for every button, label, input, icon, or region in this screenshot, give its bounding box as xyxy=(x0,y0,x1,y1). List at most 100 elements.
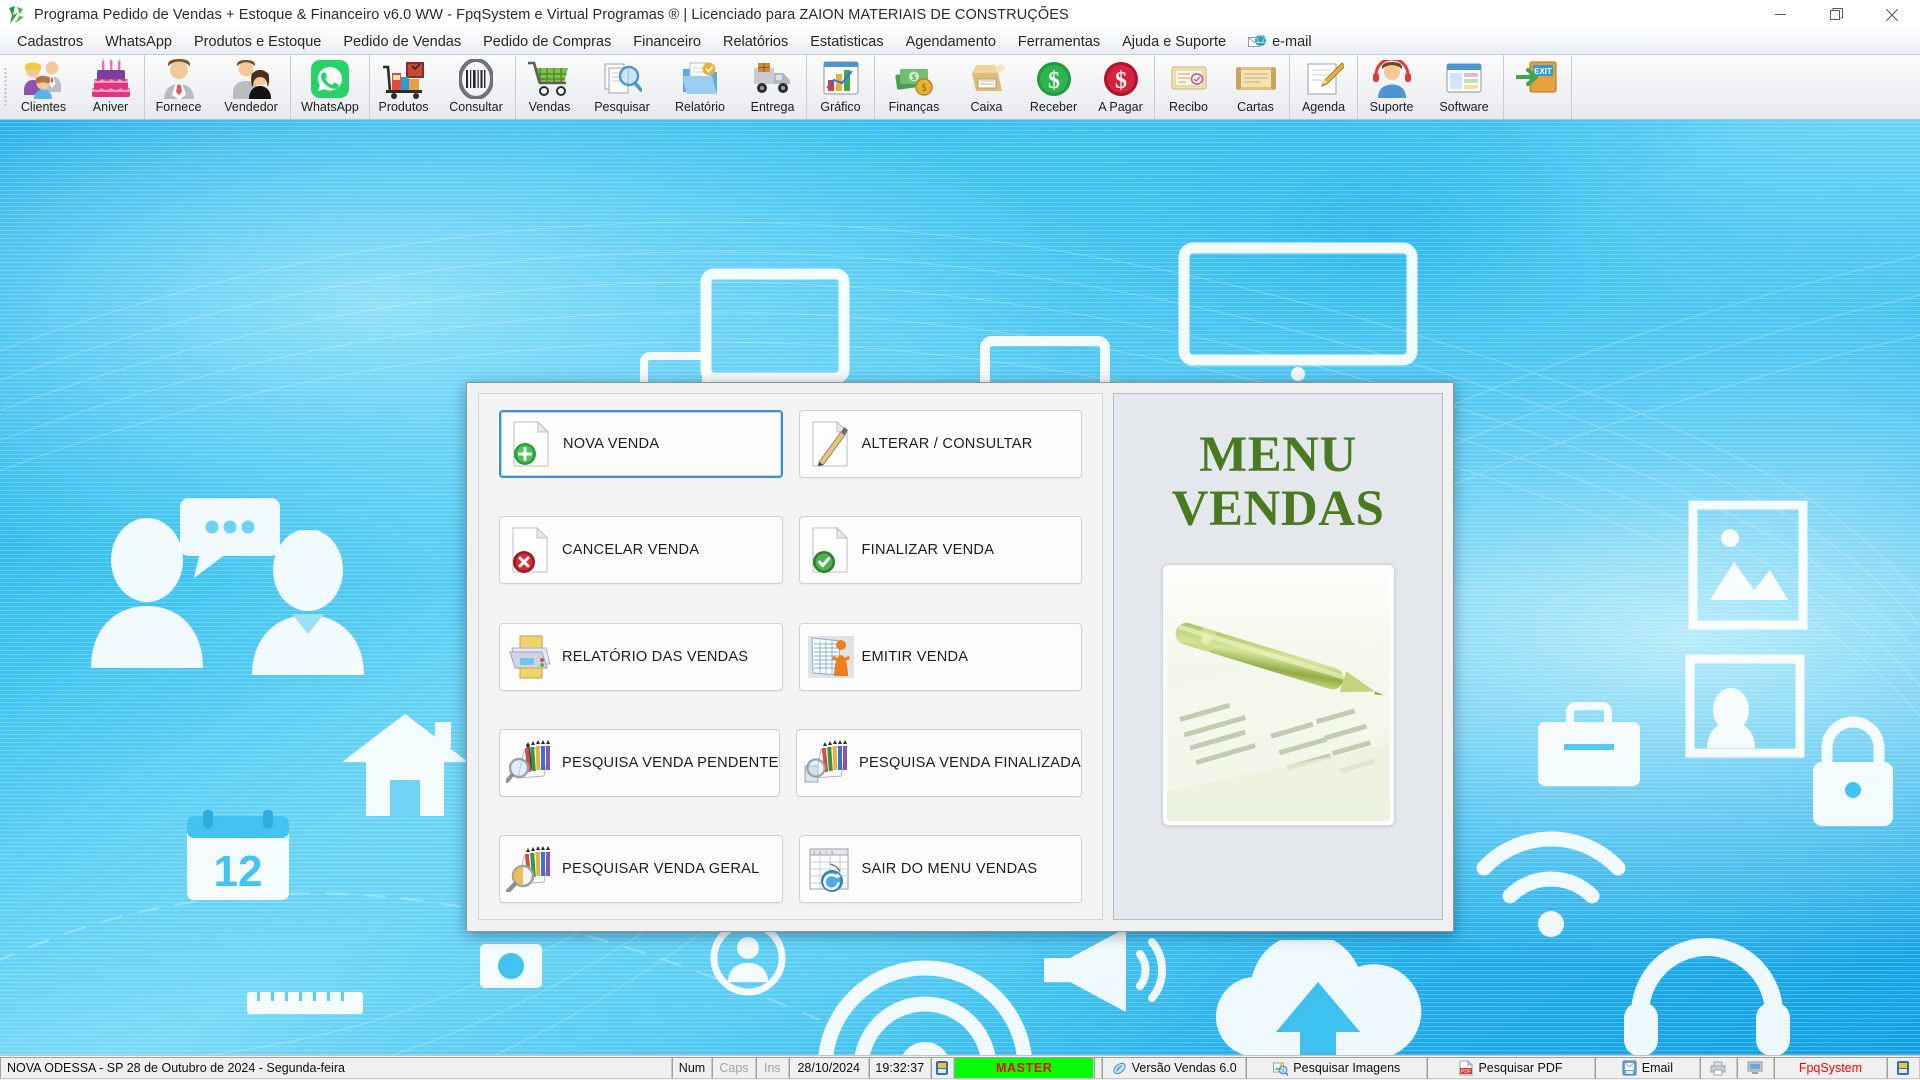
menu-item-pedido-de-compras[interactable]: Pedido de Compras xyxy=(472,31,622,53)
button-cancelar-venda[interactable]: CANCELAR VENDA xyxy=(499,516,783,585)
toolbar-button-grafico[interactable]: Gráfico xyxy=(807,55,874,119)
pay-dollar-red-icon: $ xyxy=(1102,58,1140,99)
toolbar-button-whatsapp[interactable]: WhatsApp xyxy=(291,55,369,119)
menu-item-relatorios[interactable]: Relatórios xyxy=(712,31,799,53)
status-email[interactable]: Email xyxy=(1594,1057,1701,1079)
receipt-icon xyxy=(1169,58,1209,99)
menu-title-panel: MENU VENDAS xyxy=(1113,393,1443,920)
toolbar-button-vendedor[interactable]: Vendedor xyxy=(212,55,290,119)
button-sair-do-menu-vendas[interactable]: 3579 SAIR DO MENU VENDAS xyxy=(798,835,1082,903)
menu-item-produtos-e-estoque[interactable]: Produtos e Estoque xyxy=(183,31,332,53)
menu-item-estatisticas[interactable]: Estatisticas xyxy=(799,31,894,53)
status-ins: Ins xyxy=(756,1057,789,1079)
toolbar-label: Vendas xyxy=(528,100,571,114)
status-fpqsystem[interactable]: FpqSystem xyxy=(1773,1057,1887,1079)
barcode-icon xyxy=(459,58,493,99)
status-version[interactable]: Versão Vendas 6.0 xyxy=(1102,1057,1247,1079)
maximize-button[interactable] xyxy=(1808,0,1864,29)
toolbar-button-produtos[interactable]: Produtos xyxy=(370,55,437,119)
exit-door-icon: EXIT xyxy=(1515,58,1560,99)
button-label: SAIR DO MENU VENDAS xyxy=(861,861,1038,877)
button-label: ALTERAR / CONSULTAR xyxy=(861,436,1033,452)
emit-person-icon xyxy=(800,634,862,680)
menu-label: e-mail xyxy=(1272,33,1312,50)
svg-text:$: $ xyxy=(1048,68,1060,94)
toolbar-button-recibo[interactable]: Recibo xyxy=(1155,55,1222,119)
toolbar-button-suporte[interactable]: Suporte xyxy=(1358,55,1425,119)
toolbar-label: Receber xyxy=(1029,100,1078,114)
toolbar-button-caixa[interactable]: Caixa xyxy=(953,55,1020,119)
toolbar-button-cartas[interactable]: Cartas xyxy=(1222,55,1289,119)
button-finalizar-venda[interactable]: FINALIZAR VENDA xyxy=(798,516,1082,585)
button-pesquisa-venda-pendente[interactable]: PESQUISA VENDA PENDENTE xyxy=(499,728,781,797)
status-key-icon xyxy=(930,1057,955,1079)
toolbar-button-receber[interactable]: $ Receber xyxy=(1020,55,1087,119)
pen-on-document-photo xyxy=(1166,569,1390,822)
search-images-icon xyxy=(1273,1061,1289,1076)
search-general-icon xyxy=(500,846,562,892)
menu-item-financeiro[interactable]: Financeiro xyxy=(622,31,712,53)
button-pesquisa-venda-finalizada[interactable]: PESQUISA VENDA FINALIZADA xyxy=(796,728,1082,797)
toolbar-button-relatorio[interactable]: Relatório xyxy=(661,55,739,119)
toolbar-button-vendas[interactable]: Vendas xyxy=(516,55,583,119)
toolbar-label: WhatsApp xyxy=(301,100,359,114)
toolbar-group-whatsapp: WhatsApp xyxy=(291,55,370,119)
toolbar-button-financas[interactable]: $ $ Finanças xyxy=(875,55,953,119)
menu-label: Agendamento xyxy=(905,33,996,50)
status-master-badge: MASTER xyxy=(954,1057,1095,1079)
menu-item-ajuda-e-suporte[interactable]: Ajuda e Suporte xyxy=(1111,31,1237,53)
toolbar-label: Gráfico xyxy=(820,100,861,114)
products-cart-icon xyxy=(382,58,426,99)
salesperson-couple-icon xyxy=(228,58,274,99)
button-row: PESQUISAR VENDA GERAL 3579 SAIR DO MENU … xyxy=(499,835,1082,903)
status-search-images[interactable]: Pesquisar Imagens xyxy=(1246,1057,1428,1079)
picture-frame-icon xyxy=(1685,654,1805,758)
toolbar-label: Relatório xyxy=(674,100,726,114)
cashbox-icon xyxy=(968,58,1006,99)
menu-item-pedido-de-vendas[interactable]: Pedido de Vendas xyxy=(332,31,472,53)
status-email-label: Email xyxy=(1641,1061,1673,1075)
software-window-icon xyxy=(1444,58,1484,99)
birthday-cake-icon xyxy=(90,58,132,99)
toolbar-button-entrega[interactable]: Entrega xyxy=(739,55,806,119)
menu-item-ferramentas[interactable]: Ferramentas xyxy=(1007,31,1111,53)
status-key-icon-2[interactable] xyxy=(1886,1057,1920,1079)
toolbar-button-aniver[interactable]: Aniver xyxy=(77,55,144,119)
toolbar-grip[interactable] xyxy=(0,55,10,119)
close-button[interactable] xyxy=(1864,0,1920,29)
svg-text:PDF: PDF xyxy=(1461,1069,1471,1075)
menu-item-whatsapp[interactable]: WhatsApp xyxy=(94,31,183,53)
button-alterar-consultar[interactable]: ALTERAR / CONSULTAR xyxy=(798,410,1082,478)
padlock-icon xyxy=(1813,716,1893,826)
button-nova-venda[interactable]: NOVA VENDA xyxy=(499,410,783,478)
search-pending-icon xyxy=(500,739,562,786)
toolbar-button-consultar[interactable]: Consultar xyxy=(437,55,515,119)
toolbar-button-clientes[interactable]: Clientes xyxy=(10,55,77,119)
toolbar-label: Software xyxy=(1439,100,1489,114)
toolbar-button-a-pagar[interactable]: $ A Pagar xyxy=(1087,55,1154,119)
mail-globe-icon xyxy=(1248,33,1267,50)
menu-item-cadastros[interactable]: Cadastros xyxy=(6,31,94,53)
toolbar-label: Finanças xyxy=(888,100,940,114)
svg-text:$: $ xyxy=(922,83,927,94)
button-emitir-venda[interactable]: EMITIR VENDA xyxy=(798,622,1082,691)
toolbar-label: Aniver xyxy=(92,100,129,114)
button-relatorio-das-vendas[interactable]: RELATÓRIO DAS VENDAS xyxy=(499,622,783,691)
menu-item-agendamento[interactable]: Agendamento xyxy=(895,31,1007,53)
toolbar-button-fornece[interactable]: Fornece xyxy=(145,55,212,119)
menu-label: Pedido de Compras xyxy=(483,33,612,50)
status-monitor-icon[interactable] xyxy=(1736,1057,1774,1079)
document-check-icon xyxy=(800,526,862,574)
menu-bar: Cadastros WhatsApp Produtos e Estoque Pe… xyxy=(0,29,1920,55)
toolbar-button-pesquisar[interactable]: Pesquisar xyxy=(583,55,661,119)
minimize-button[interactable] xyxy=(1752,0,1808,29)
toolbar-button-software[interactable]: Software xyxy=(1425,55,1503,119)
status-printer-icon[interactable] xyxy=(1700,1057,1737,1079)
menu-item-email[interactable]: e-mail xyxy=(1237,31,1322,53)
status-search-pdf[interactable]: PDF Pesquisar PDF xyxy=(1427,1057,1595,1079)
toolbar-button-agenda[interactable]: Agenda xyxy=(1290,55,1357,119)
button-pesquisar-venda-geral[interactable]: PESQUISAR VENDA GERAL xyxy=(499,835,783,903)
panel-image-frame xyxy=(1161,564,1395,827)
toolbar-button-exit[interactable]: EXIT xyxy=(1504,55,1571,119)
panel-title-line-1: MENU xyxy=(1199,427,1357,483)
